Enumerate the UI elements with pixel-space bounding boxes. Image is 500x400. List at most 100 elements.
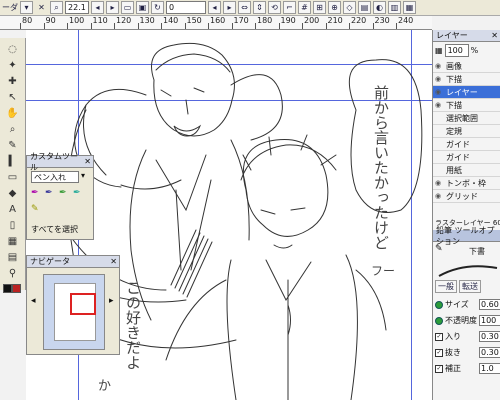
flip-vertical-icon[interactable]: ⇕ <box>253 1 266 14</box>
eraser-tool-icon[interactable]: ▭ <box>5 170 20 185</box>
pen-tool-icon[interactable]: ✎ <box>5 138 20 153</box>
background-color-swatch[interactable] <box>12 284 21 293</box>
tool-options-titlebar[interactable]: 鉛筆 ツールオプション <box>433 226 500 246</box>
close-icon[interactable]: ✕ <box>35 1 48 14</box>
rotation-input[interactable]: 0 <box>166 1 206 14</box>
layer-row[interactable]: ◉ レイヤー <box>433 86 500 99</box>
ruler-tick-label: 240 <box>398 16 414 25</box>
snap-point-icon[interactable]: ⊕ <box>328 1 341 14</box>
rotate-icon[interactable]: ↻ <box>151 1 164 14</box>
layer-opacity-input[interactable]: 100 <box>444 44 469 57</box>
flip-horizontal-icon[interactable]: ⇔ <box>238 1 251 14</box>
perspective-icon[interactable]: ◇ <box>343 1 356 14</box>
visibility-eye-icon[interactable]: ◉ <box>433 62 443 70</box>
layer-row[interactable]: 選択範囲 <box>433 112 500 125</box>
dropdown-arrow-icon[interactable]: ▾ <box>81 171 91 183</box>
dropdown-arrow-icon[interactable]: ▾ <box>20 1 33 14</box>
pen-preset-icon[interactable]: ✒ <box>59 188 70 199</box>
nav-left-arrow-icon[interactable]: ◂ <box>31 296 36 306</box>
custom-tool-titlebar[interactable]: カスタムツール ✕ <box>27 152 93 172</box>
lasso-tool-icon[interactable]: ◌ <box>5 42 20 57</box>
foreground-color-swatch[interactable] <box>3 284 12 293</box>
zoom-in-icon[interactable]: ▸ <box>106 1 119 14</box>
layer-panel-titlebar[interactable]: レイヤー ✕ <box>433 30 500 42</box>
option-checkbox[interactable]: ✓ <box>435 364 443 373</box>
close-icon[interactable]: ✕ <box>110 257 117 266</box>
nav-right-arrow-icon[interactable]: ▸ <box>109 296 114 306</box>
view-mode-icon[interactable]: ▤ <box>358 1 371 14</box>
ruler-tick-label: 210 <box>327 16 343 25</box>
option-checkbox[interactable]: ✓ <box>435 348 443 357</box>
close-icon[interactable]: ✕ <box>84 157 91 166</box>
layer-row[interactable]: ◉ 下描 <box>433 73 500 86</box>
tab-transfer[interactable]: 転送 <box>459 280 481 293</box>
snap-grid-icon[interactable]: # <box>298 1 311 14</box>
quick-mask-icon[interactable]: ◐ <box>373 1 386 14</box>
layer-color-icon[interactable]: ▥ <box>388 1 401 14</box>
layer-row[interactable]: ◉ 下描 <box>433 99 500 112</box>
preview-icon[interactable]: ▦ <box>403 1 416 14</box>
custom-tool-select[interactable]: ペン入れ <box>31 171 79 183</box>
layer-row[interactable]: ◉ 画像 <box>433 60 500 73</box>
option-value-input[interactable]: 0.30 <box>479 331 500 342</box>
snap-guide-icon[interactable]: ⊞ <box>313 1 326 14</box>
hand-tool-icon[interactable]: ✋ <box>5 106 20 121</box>
pressure-indicator-icon[interactable] <box>435 300 443 309</box>
pen-preset-icon[interactable]: ✎ <box>31 204 42 215</box>
option-value-input[interactable]: 1.0 <box>479 363 500 374</box>
option-label: サイズ <box>445 300 469 309</box>
pressure-indicator-icon[interactable] <box>435 316 443 325</box>
rotate-left-icon[interactable]: ◂ <box>208 1 221 14</box>
ruler-tick-mark <box>90 23 92 29</box>
visibility-eye-icon[interactable]: ◉ <box>433 101 443 109</box>
move-tool-icon[interactable]: ✚ <box>5 74 20 89</box>
layer-row[interactable]: 定規 <box>433 125 500 138</box>
close-icon[interactable]: ✕ <box>491 31 498 40</box>
pen-preset-icon[interactable]: ✒ <box>31 188 42 199</box>
pen-preset-icon[interactable]: ✒ <box>73 188 84 199</box>
option-row: 不透明度 100 <box>435 314 500 327</box>
snap-ruler-icon[interactable]: ⌐ <box>283 1 296 14</box>
option-checkbox[interactable]: ✓ <box>435 332 443 341</box>
navigator-viewport-frame[interactable] <box>70 293 96 315</box>
object-tool-icon[interactable]: ↖ <box>5 90 20 105</box>
pen-preset-icon[interactable]: ✒ <box>45 188 56 199</box>
visibility-eye-icon[interactable]: ◉ <box>433 75 443 83</box>
layer-row[interactable]: ◉ トンボ・枠 <box>433 177 500 190</box>
rotate-right-icon[interactable]: ▸ <box>223 1 236 14</box>
text-tool-icon[interactable]: A <box>5 202 20 217</box>
visibility-eye-icon[interactable]: ◉ <box>433 192 443 200</box>
option-row: サイズ 0.60 <box>435 298 500 311</box>
fill-tool-icon[interactable]: ◆ <box>5 186 20 201</box>
eyedropper-tool-icon[interactable]: ⚲ <box>5 266 20 281</box>
layer-row[interactable]: ガイド <box>433 138 500 151</box>
tab-general[interactable]: 一般 <box>435 280 457 293</box>
ruler-tick-label: 130 <box>139 16 155 25</box>
navigator-thumbnail[interactable] <box>43 274 105 350</box>
option-row: ✓ 抜き 0.30 <box>435 346 500 359</box>
wand-tool-icon[interactable]: ✦ <box>5 58 20 73</box>
blend-mode-icon[interactable]: ▦ <box>435 46 443 55</box>
option-value-input[interactable]: 0.60 <box>479 299 500 310</box>
gradient-tool-icon[interactable]: ▤ <box>5 250 20 265</box>
zoom-tool-icon[interactable]: ⌕ <box>5 122 20 137</box>
visibility-eye-icon[interactable]: ◉ <box>433 179 443 187</box>
layer-row[interactable]: ◉ グリッド <box>433 190 500 203</box>
fit-view-icon[interactable]: ▭ <box>121 1 134 14</box>
zoom-input[interactable]: 22.1 <box>65 1 89 14</box>
zoom-out-icon[interactable]: ◂ <box>91 1 104 14</box>
zoom-glass-icon[interactable]: ⌕ <box>50 1 63 14</box>
navigator-titlebar[interactable]: ナビゲータ ✕ <box>27 256 119 268</box>
reset-rotation-icon[interactable]: ⟲ <box>268 1 281 14</box>
shape-tool-icon[interactable]: ▯ <box>5 218 20 233</box>
layer-row[interactable]: ガイド <box>433 151 500 164</box>
option-value-input[interactable]: 0.30 <box>479 347 500 358</box>
ruler-tick-label: 90 <box>45 16 56 25</box>
select-all-button[interactable]: すべてを選択 <box>31 224 78 235</box>
actual-size-icon[interactable]: ▣ <box>136 1 149 14</box>
frame-tool-icon[interactable]: ▦ <box>5 234 20 249</box>
option-value-input[interactable]: 100 <box>479 315 500 326</box>
visibility-eye-icon[interactable]: ◉ <box>433 88 443 96</box>
layer-row[interactable]: 用紙 <box>433 164 500 177</box>
marker-tool-icon[interactable]: ▍ <box>5 154 20 169</box>
